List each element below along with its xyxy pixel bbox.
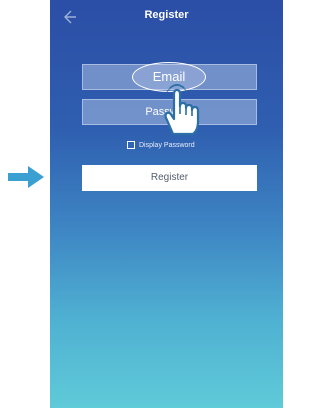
top-bar: Register (50, 0, 283, 34)
screen: Register Email Password Display Password… (0, 0, 283, 408)
display-password-checkbox[interactable] (127, 141, 135, 149)
register-button[interactable]: Register (82, 165, 257, 191)
phone-screen: Register Email Password Display Password… (50, 0, 283, 408)
display-password-toggle[interactable]: Display Password (127, 138, 195, 152)
page-title: Register (144, 9, 189, 21)
display-password-label: Display Password (139, 141, 195, 149)
right-arrow-icon (8, 165, 46, 189)
tap-hand-icon (157, 83, 203, 136)
